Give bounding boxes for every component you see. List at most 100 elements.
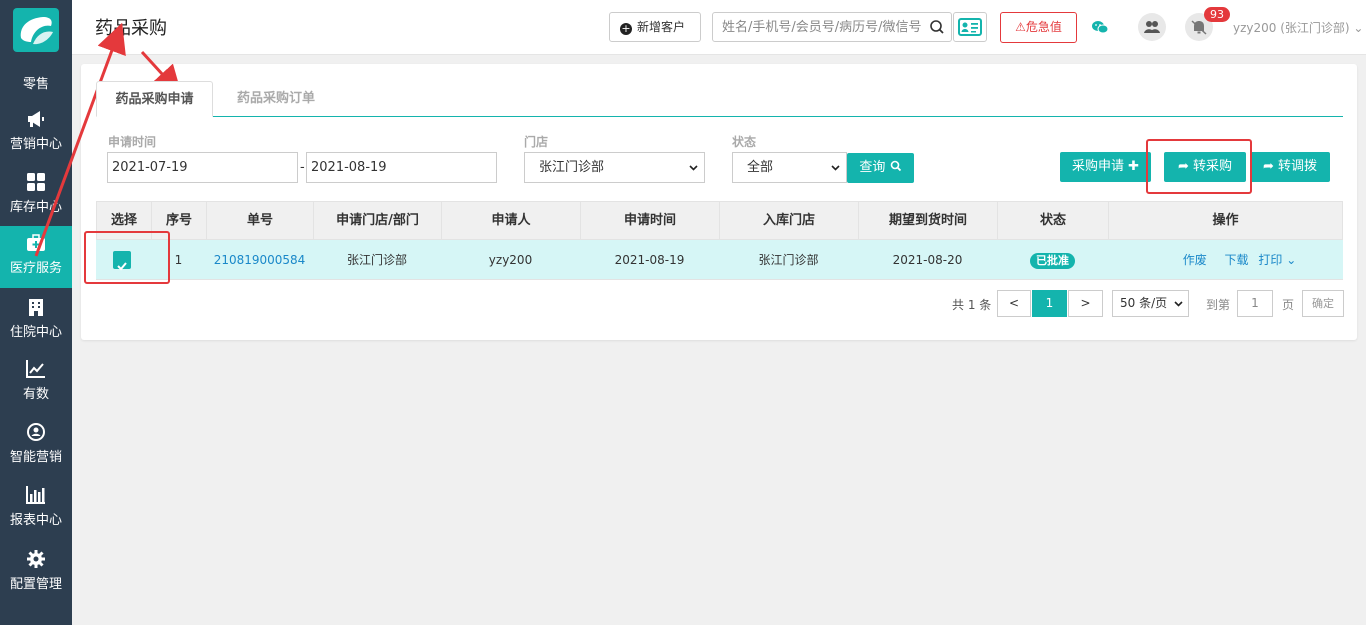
print-dropdown[interactable]: 打印 ⌄ <box>1258 253 1296 267</box>
top-header: 药品采购 + 新增客户 ⚠危急值 93 yzy200 (张江门诊部) ⌄ <box>72 0 1366 55</box>
purchase-apply-button[interactable]: 采购申请 ✚ <box>1060 152 1151 182</box>
id-card-button[interactable] <box>953 12 987 42</box>
sidebar-item-analytics[interactable]: 有数 <box>0 352 72 414</box>
prev-page-button[interactable]: < <box>997 290 1031 317</box>
sidebar-item-settings[interactable]: 配置管理 <box>0 542 72 604</box>
tab-purchase-order[interactable]: 药品采购订单 <box>223 81 329 117</box>
store-select[interactable]: 张江门诊部 <box>524 152 705 183</box>
user-name: yzy200 (张江门诊部) <box>1233 21 1350 35</box>
column-header: 状态 <box>998 202 1109 240</box>
wechat-button[interactable] <box>1086 13 1114 41</box>
page-1-button[interactable]: 1 <box>1032 290 1067 317</box>
bar-chart-icon <box>26 486 45 504</box>
critical-value-button[interactable]: ⚠危急值 <box>1000 12 1077 43</box>
operations-cell: 作废 下载 打印 ⌄ <box>1108 240 1341 280</box>
status-cell: 已批准 <box>997 240 1108 280</box>
sidebar-item-label: 库存中心 <box>9 200 62 215</box>
medical-kit-icon <box>27 234 45 251</box>
id-card-icon <box>958 18 982 36</box>
gear-icon <box>27 550 45 568</box>
plus-icon: ✚ <box>1128 159 1140 174</box>
user-menu[interactable]: yzy200 (张江门诊部) ⌄ <box>1233 19 1363 36</box>
critical-value-label: 危急值 <box>1025 20 1062 34</box>
team-button[interactable] <box>1138 13 1166 41</box>
sidebar-item-label: 配置管理 <box>9 577 62 592</box>
notification-count-badge: 93 <box>1204 7 1230 22</box>
content-card: 药品采购申请 药品采购订单 申请时间 2021-07-19 - 2021-08-… <box>81 64 1357 340</box>
column-header: 期望到货时间 <box>859 202 998 240</box>
date-separator: - <box>300 160 305 175</box>
page-suffix: 页 <box>1282 298 1295 312</box>
goto-confirm-button[interactable]: 确定 <box>1302 290 1344 317</box>
megaphone-icon <box>28 111 44 127</box>
app-logo[interactable] <box>13 8 59 52</box>
tab-purchase-request[interactable]: 药品采购申请 <box>96 81 213 117</box>
status-select-value: 全部 <box>747 160 774 175</box>
store-select-value: 张江门诊部 <box>539 160 605 175</box>
column-header: 操作 <box>1212 213 1239 228</box>
status-select[interactable]: 全部 <box>732 152 847 183</box>
highlight-box-to-purchase <box>1146 139 1252 194</box>
date-from-input[interactable]: 2021-07-19 <box>107 152 298 183</box>
next-page-button[interactable]: > <box>1068 290 1103 317</box>
purchase-apply-label: 采购申请 <box>1071 159 1124 174</box>
sidebar-item-reports[interactable]: 报表中心 <box>0 478 72 540</box>
date-filter-label: 申请时间 <box>108 135 157 149</box>
status-badge: 已批准 <box>1030 252 1075 269</box>
sidebar-item-label: 医疗服务 <box>9 261 62 276</box>
sidebar-item-label: 智能营销 <box>9 450 62 465</box>
page-size-select[interactable]: 50 条/页 <box>1112 290 1189 317</box>
store-filter-label: 门店 <box>524 135 549 149</box>
search-input[interactable] <box>713 13 923 41</box>
void-link[interactable]: 作废 <box>1183 253 1207 267</box>
sidebar-item-label: 零售 <box>22 77 49 92</box>
sidebar-item-label: 报表中心 <box>9 513 62 528</box>
share-arrow-icon: ➦ <box>1262 159 1274 174</box>
column-header: 申请时间 <box>581 202 720 240</box>
search-icon[interactable] <box>929 19 945 35</box>
applicant-cell: yzy200 <box>488 253 533 267</box>
chevron-down-icon <box>831 165 840 171</box>
dept-cell: 张江门诊部 <box>346 253 407 267</box>
column-header: 申请人 <box>442 202 581 240</box>
sidebar-item-medical[interactable]: 医疗服务 <box>0 226 72 288</box>
add-customer-label: 新增客户 <box>637 20 686 34</box>
plus-circle-icon: + <box>620 22 632 35</box>
print-label: 打印 <box>1258 253 1283 267</box>
column-header: 单号 <box>207 202 314 240</box>
wechat-icon <box>1092 21 1109 34</box>
grid-icon <box>27 173 45 191</box>
sidebar: 零售 营销中心 库存中心 医疗服务 住院中心 有数 智能营销 报表中心 配置管理 <box>0 0 72 625</box>
column-header: 入库门店 <box>720 202 859 240</box>
page-title: 药品采购 <box>95 18 167 39</box>
table-header: 选择 序号 单号 申请门店/部门 申请人 申请时间 入库门店 期望到货时间 状态… <box>96 201 1343 240</box>
goto-page-input[interactable]: 1 <box>1237 290 1273 317</box>
sidebar-item-label: 有数 <box>22 387 49 402</box>
download-link[interactable]: 下载 <box>1225 253 1249 267</box>
tabs-divider <box>96 116 1343 117</box>
sidebar-item-smart-marketing[interactable]: 智能营销 <box>0 415 72 477</box>
to-transfer-label: 转调拨 <box>1278 159 1318 174</box>
smart-marketing-icon <box>27 423 45 441</box>
highlight-box-checkbox <box>84 231 170 284</box>
goto-label: 到第 <box>1206 298 1231 312</box>
total-count: 共 1 条 <box>952 298 992 312</box>
date-to-input[interactable]: 2021-08-19 <box>306 152 497 183</box>
order-number-link[interactable]: 210819000584 <box>206 240 313 280</box>
to-transfer-button[interactable]: ➦ 转调拨 <box>1250 152 1330 182</box>
column-header: 申请门店/部门 <box>314 202 442 240</box>
warehouse-cell: 张江门诊部 <box>758 253 819 267</box>
sidebar-item-label: 营销中心 <box>9 137 62 152</box>
apply-date-cell: 2021-08-19 <box>614 253 685 267</box>
sidebar-item-inpatient[interactable]: 住院中心 <box>0 290 72 352</box>
query-label: 查询 <box>859 160 886 175</box>
sidebar-item-marketing[interactable]: 营销中心 <box>0 102 72 164</box>
add-customer-button[interactable]: + 新增客户 <box>609 12 701 42</box>
customer-search <box>712 12 952 42</box>
query-button[interactable]: 查询 <box>847 153 914 183</box>
sidebar-item-inventory[interactable]: 库存中心 <box>0 165 72 227</box>
expected-date-cell: 2021-08-20 <box>892 253 963 267</box>
table-row[interactable]: 1 210819000584 张江门诊部 yzy200 2021-08-19 张… <box>96 240 1343 280</box>
team-icon <box>1144 21 1160 33</box>
search-icon <box>890 160 901 172</box>
